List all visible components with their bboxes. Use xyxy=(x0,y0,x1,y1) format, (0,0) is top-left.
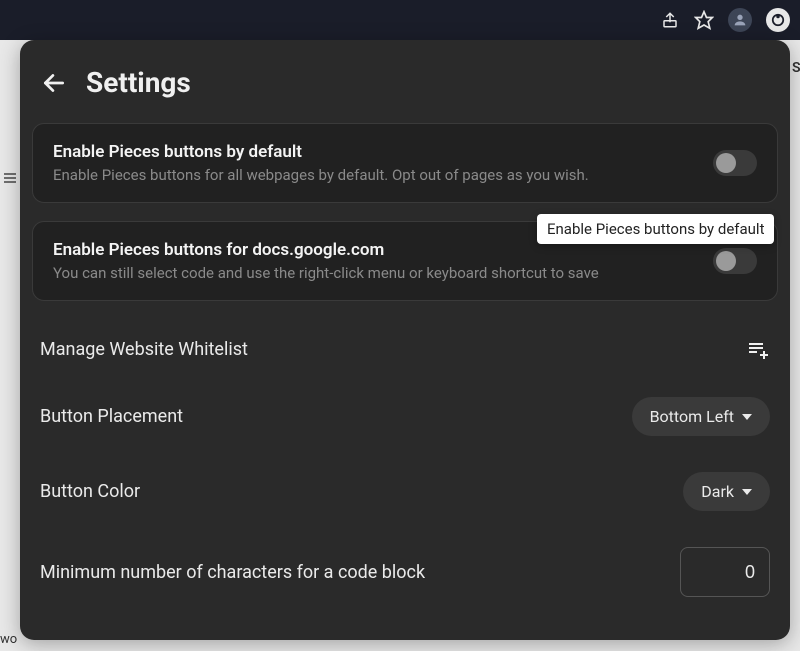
settings-panel: Settings Enable Pieces buttons by defaul… xyxy=(20,40,790,640)
button-color-label: Button Color xyxy=(40,481,140,502)
extension-icon[interactable] xyxy=(766,8,790,32)
back-button[interactable] xyxy=(40,69,68,97)
playlist-add-icon[interactable] xyxy=(746,337,770,361)
toggle-subtitle: You can still select code and use the ri… xyxy=(53,264,697,282)
profile-avatar-icon[interactable] xyxy=(728,8,752,32)
chevron-down-icon xyxy=(742,489,752,495)
min-chars-label: Minimum number of characters for a code … xyxy=(40,562,425,583)
toggle-switch-enable-default[interactable] xyxy=(713,150,757,176)
button-color-value: Dark xyxy=(701,482,734,501)
button-color-row: Button Color Dark xyxy=(32,454,778,529)
chevron-down-icon xyxy=(742,414,752,420)
toggle-row-enable-default: Enable Pieces buttons by default Enable … xyxy=(32,123,778,203)
tooltip: Enable Pieces buttons by default xyxy=(537,214,774,244)
whitelist-label: Manage Website Whitelist xyxy=(40,339,248,360)
whitelist-row[interactable]: Manage Website Whitelist xyxy=(32,319,778,379)
button-placement-value: Bottom Left xyxy=(650,407,734,426)
button-placement-row: Button Placement Bottom Left xyxy=(32,379,778,454)
button-placement-label: Button Placement xyxy=(40,406,183,427)
toggle-subtitle: Enable Pieces buttons for all webpages b… xyxy=(53,166,697,184)
toggle-title: Enable Pieces buttons by default xyxy=(53,142,697,162)
button-color-select[interactable]: Dark xyxy=(683,472,770,511)
min-chars-input[interactable] xyxy=(680,547,770,597)
min-chars-row: Minimum number of characters for a code … xyxy=(32,529,778,615)
button-placement-select[interactable]: Bottom Left xyxy=(632,397,770,436)
page-title: Settings xyxy=(86,66,191,99)
share-icon[interactable] xyxy=(660,10,680,30)
toggle-switch-enable-site[interactable] xyxy=(713,248,757,274)
star-icon[interactable] xyxy=(694,10,714,30)
panel-header: Settings xyxy=(32,66,778,123)
browser-top-bar xyxy=(0,0,800,40)
